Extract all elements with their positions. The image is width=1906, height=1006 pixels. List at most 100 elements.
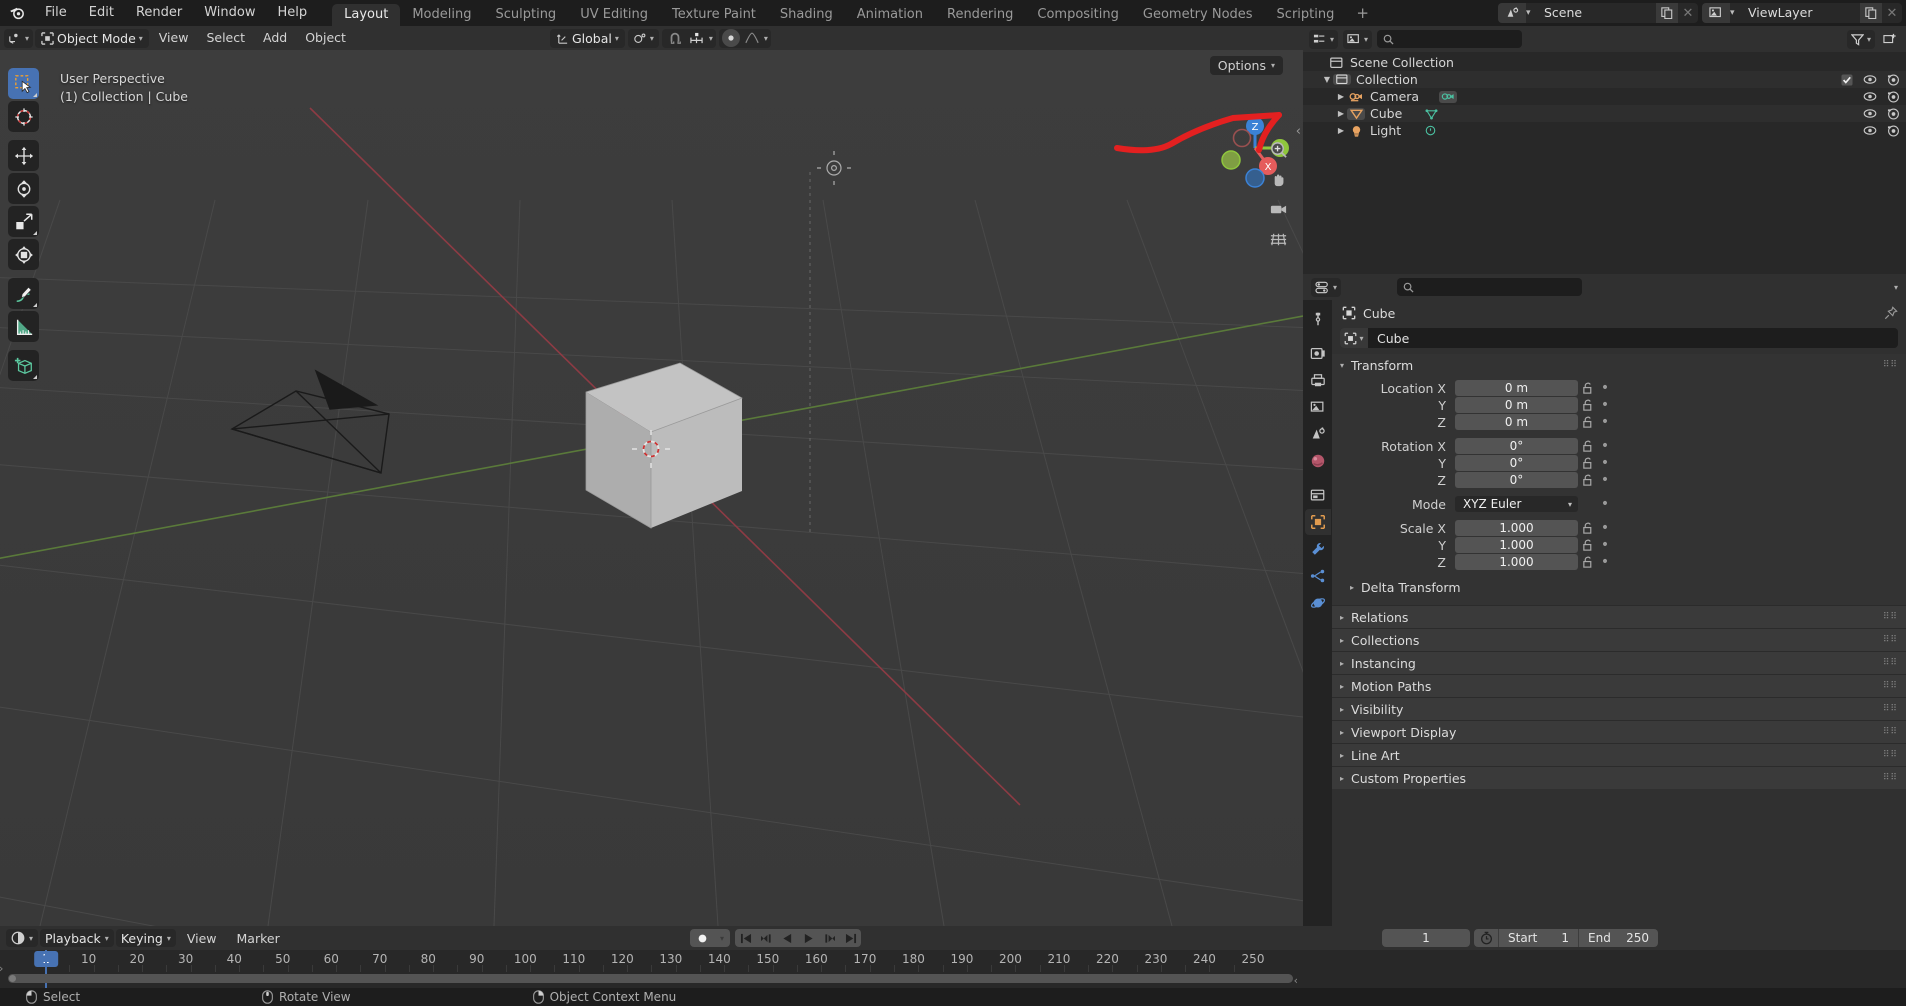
- tool-move[interactable]: [8, 140, 39, 171]
- tab-particles[interactable]: [1305, 563, 1331, 589]
- lock-icon[interactable]: [1578, 399, 1598, 412]
- frame-start-field[interactable]: Start 1: [1498, 929, 1578, 947]
- lock-icon[interactable]: [1578, 474, 1598, 487]
- camera-restrict-icon[interactable]: [1887, 108, 1900, 120]
- tab-world[interactable]: [1305, 448, 1331, 474]
- magnet-icon[interactable]: [665, 29, 685, 48]
- falloff-curve-icon[interactable]: [742, 29, 762, 48]
- menu-help[interactable]: Help: [267, 0, 319, 26]
- collection-checkbox[interactable]: [1841, 73, 1853, 86]
- frame-end-field[interactable]: End 250: [1578, 929, 1658, 947]
- field-value[interactable]: 0°: [1455, 438, 1578, 454]
- scrollbar-knob[interactable]: [9, 975, 16, 982]
- new-scene-button[interactable]: [1656, 3, 1678, 23]
- viewport-menu-select[interactable]: Select: [198, 26, 253, 50]
- panel-motion-paths[interactable]: ▸ Motion Paths ⠿⠿: [1332, 674, 1906, 697]
- next-keyframe-button[interactable]: [819, 929, 840, 947]
- jump-to-start-button[interactable]: [735, 929, 756, 947]
- outliner-row-camera[interactable]: ▶ Camera: [1303, 88, 1906, 105]
- editor-type-3dview-icon[interactable]: ▾: [4, 28, 34, 48]
- add-workspace-button[interactable]: +: [1346, 0, 1379, 26]
- tool-expand-corner[interactable]: [33, 93, 37, 97]
- viewport-options-button[interactable]: Options ▾: [1209, 56, 1283, 75]
- proportional-edit-icon[interactable]: [721, 29, 740, 47]
- ortho-persp-icon[interactable]: [1267, 228, 1289, 250]
- panel-visibility[interactable]: ▸ Visibility ⠿⠿: [1332, 697, 1906, 720]
- eye-icon[interactable]: [1863, 125, 1877, 136]
- tab-layout[interactable]: Layout: [332, 4, 401, 26]
- panel-viewport-display[interactable]: ▸ Viewport Display ⠿⠿: [1332, 720, 1906, 743]
- animate-property-dot[interactable]: •: [1598, 397, 1612, 413]
- tool-transform[interactable]: [8, 239, 39, 270]
- chevron-right-icon[interactable]: ▶: [1335, 109, 1347, 118]
- camera-restrict-icon[interactable]: [1887, 125, 1900, 137]
- animate-property-dot[interactable]: •: [1598, 537, 1612, 553]
- filter-icon[interactable]: ▾: [1846, 29, 1875, 49]
- chevron-right-icon[interactable]: ▶: [1335, 92, 1347, 101]
- menu-edit[interactable]: Edit: [78, 0, 125, 26]
- animate-property-dot[interactable]: •: [1598, 414, 1612, 430]
- lock-icon[interactable]: [1578, 539, 1598, 552]
- chevron-down-icon[interactable]: ▾: [709, 34, 713, 43]
- camera-icon[interactable]: [1267, 198, 1289, 220]
- view-layer-selector[interactable]: ▾ ViewLayer ✕: [1702, 3, 1902, 23]
- outliner-editor-type-icon[interactable]: ▾: [1309, 29, 1339, 49]
- tab-scripting[interactable]: Scripting: [1265, 4, 1347, 26]
- unlink-scene-button[interactable]: ✕: [1678, 3, 1698, 23]
- tab-shading[interactable]: Shading: [768, 4, 845, 26]
- panel-line-art[interactable]: ▸ Line Art ⠿⠿: [1332, 743, 1906, 766]
- tab-compositing[interactable]: Compositing: [1025, 4, 1131, 26]
- viewport-menu-view[interactable]: View: [151, 26, 197, 50]
- viewport-menu-object[interactable]: Object: [297, 26, 354, 50]
- chevron-down-icon[interactable]: ▾: [714, 929, 730, 947]
- tool-expand-corner[interactable]: [33, 375, 37, 379]
- snap-target-icon[interactable]: [687, 29, 707, 48]
- field-value[interactable]: 0 m: [1455, 380, 1578, 396]
- hand-icon[interactable]: [1267, 168, 1289, 190]
- chevron-down-icon[interactable]: ▾: [1526, 8, 1538, 18]
- timeline-ruler[interactable]: 10 20 30 40 50 60 70 80 90 100 110 120 130 140 150 160 1…: [0, 950, 1303, 972]
- animate-property-dot[interactable]: •: [1598, 455, 1612, 471]
- field-value[interactable]: 1.000: [1455, 520, 1578, 536]
- 3d-viewport[interactable]: User Perspective (1) Collection | Cube O…: [0, 50, 1303, 926]
- field-value[interactable]: 0°: [1455, 472, 1578, 488]
- tab-collection-props[interactable]: [1305, 482, 1331, 508]
- tab-scene[interactable]: [1305, 421, 1331, 447]
- transform-orientation-selector[interactable]: Global ▾: [550, 28, 625, 48]
- viewport-menu-add[interactable]: Add: [255, 26, 295, 50]
- timeline-menu-keying[interactable]: Keying ▾: [115, 929, 176, 947]
- lock-icon[interactable]: [1578, 416, 1598, 429]
- zoom-icon[interactable]: [1267, 138, 1289, 160]
- field-value[interactable]: 1.000: [1455, 537, 1578, 553]
- lock-icon[interactable]: [1578, 440, 1598, 453]
- tool-expand-corner[interactable]: [33, 303, 37, 307]
- field-value[interactable]: 0 m: [1455, 397, 1578, 413]
- clock-icon[interactable]: [1474, 931, 1498, 945]
- tab-render[interactable]: [1305, 340, 1331, 366]
- new-view-layer-button[interactable]: [1860, 3, 1882, 23]
- timeline-menu-view[interactable]: View: [178, 931, 226, 946]
- lock-icon[interactable]: [1578, 556, 1598, 569]
- tab-tool[interactable]: [1305, 306, 1331, 332]
- timeline-menu-marker[interactable]: Marker: [228, 931, 289, 946]
- object-mode-selector[interactable]: Object Mode ▾: [35, 28, 149, 48]
- tab-output[interactable]: [1305, 367, 1331, 393]
- animate-property-dot[interactable]: •: [1598, 496, 1612, 512]
- camera-restrict-icon[interactable]: [1887, 91, 1900, 103]
- eye-icon[interactable]: [1863, 74, 1877, 85]
- tab-rendering[interactable]: Rendering: [935, 4, 1025, 26]
- menu-render[interactable]: Render: [125, 0, 193, 26]
- pin-icon[interactable]: [1884, 306, 1898, 320]
- tool-tweak-select[interactable]: [8, 68, 39, 99]
- outliner-row-collection[interactable]: ▼ Collection: [1303, 71, 1906, 88]
- tab-modeling[interactable]: Modeling: [400, 4, 483, 26]
- blender-logo-icon[interactable]: [0, 0, 34, 26]
- tool-add-cube[interactable]: [8, 350, 39, 381]
- timeline-right-toggle[interactable]: ‹: [1294, 974, 1298, 987]
- tool-expand-corner[interactable]: [33, 231, 37, 235]
- animate-property-dot[interactable]: •: [1598, 472, 1612, 488]
- jump-to-end-button[interactable]: [840, 929, 861, 947]
- scene-selector[interactable]: ▾ Scene ✕: [1498, 3, 1698, 23]
- menu-window[interactable]: Window: [193, 0, 266, 26]
- timeline-menu-playback[interactable]: Playback ▾: [40, 929, 114, 947]
